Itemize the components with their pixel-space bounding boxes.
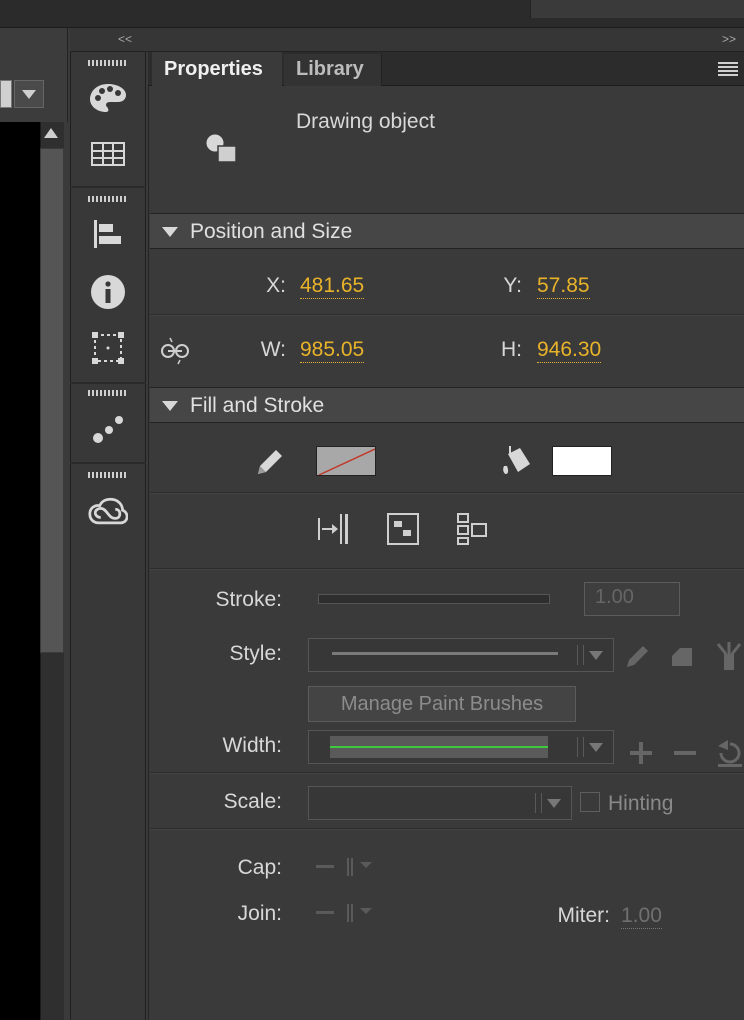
fill-color-swatch[interactable] xyxy=(552,446,612,476)
strip-divider xyxy=(70,462,146,464)
pencil-stroke-icon xyxy=(258,450,282,474)
object-type-label: Drawing object xyxy=(296,110,435,133)
swatches-grid-icon[interactable] xyxy=(88,134,128,174)
x-value[interactable]: 481.65 xyxy=(300,274,365,299)
miter-label: Miter: xyxy=(557,904,611,927)
fill-stroke-section-header[interactable]: Fill and Stroke xyxy=(150,387,744,423)
join-type-dropdown[interactable] xyxy=(316,902,376,924)
match-size-icon[interactable] xyxy=(456,512,490,546)
stroke-width-input[interactable]: 1.00 xyxy=(584,582,680,616)
chevron-down-icon xyxy=(547,799,561,808)
cap-type-dropdown[interactable] xyxy=(316,856,376,878)
h-label: H: xyxy=(501,338,522,361)
brush-tools-icon[interactable] xyxy=(712,640,744,672)
panel-menu-icon[interactable] xyxy=(718,62,738,76)
strip-divider xyxy=(70,382,146,384)
chevron-down-icon xyxy=(22,90,36,99)
y-label: Y: xyxy=(503,274,522,297)
panel-grip[interactable] xyxy=(88,390,128,396)
hinting-label: Hinting xyxy=(608,792,674,815)
panel-grip[interactable] xyxy=(88,196,128,202)
manage-paint-brushes-button[interactable]: Manage Paint Brushes xyxy=(308,686,576,722)
info-icon[interactable] xyxy=(88,272,128,312)
top-bar-right-area xyxy=(530,0,744,18)
stroke-style-dropdown[interactable] xyxy=(308,638,614,672)
row-divider xyxy=(150,772,744,774)
color-palette-icon[interactable] xyxy=(88,78,128,118)
section-title: Fill and Stroke xyxy=(190,394,325,417)
distribute-icon[interactable] xyxy=(386,512,420,546)
stroke-style-preview xyxy=(332,652,558,655)
row-divider xyxy=(150,492,744,494)
expand-triangle-icon xyxy=(162,227,178,237)
remove-width-profile-icon[interactable] xyxy=(672,740,698,766)
creative-cloud-icon[interactable] xyxy=(88,492,128,532)
stage-zoom-field[interactable] xyxy=(0,80,12,108)
cap-label: Cap: xyxy=(237,856,282,879)
align-to-stage-icon[interactable] xyxy=(316,512,350,546)
collapse-right-button[interactable]: >> xyxy=(722,32,736,46)
motion-presets-icon[interactable] xyxy=(88,408,128,448)
tab-properties[interactable]: Properties xyxy=(152,52,282,86)
lock-proportions-link-icon[interactable] xyxy=(160,336,190,366)
stage-zoom-dropdown[interactable] xyxy=(14,80,44,108)
miter-value[interactable]: 1.00 xyxy=(621,904,662,929)
scrollbar-thumb[interactable] xyxy=(40,148,64,653)
scale-label: Scale: xyxy=(223,790,282,813)
row-divider xyxy=(150,828,744,830)
panel-collapse-bar xyxy=(70,28,744,52)
y-value[interactable]: 57.85 xyxy=(537,274,590,299)
chevron-down-icon xyxy=(589,651,603,660)
scroll-up-arrow-icon[interactable] xyxy=(44,128,58,138)
paint-bucket-fill-icon xyxy=(503,446,530,474)
position-size-section-header[interactable]: Position and Size xyxy=(150,213,744,249)
stroke-color-swatch[interactable] xyxy=(316,446,376,476)
stroke-label: Stroke: xyxy=(215,588,282,611)
expand-triangle-icon xyxy=(162,401,178,411)
panel-grip[interactable] xyxy=(88,60,128,66)
edit-stroke-style-pencil-icon[interactable] xyxy=(624,642,652,670)
h-value[interactable]: 946.30 xyxy=(537,338,602,363)
section-title: Position and Size xyxy=(190,220,353,243)
paint-brush-library-icon[interactable] xyxy=(668,642,696,670)
w-value[interactable]: 985.05 xyxy=(300,338,365,363)
width-label: Width: xyxy=(222,734,282,757)
join-label: Join: xyxy=(237,902,282,925)
row-divider xyxy=(150,568,744,570)
x-label: X: xyxy=(266,274,286,297)
strip-divider xyxy=(70,186,146,188)
transform-icon[interactable] xyxy=(88,328,128,368)
collapse-left-button[interactable]: << xyxy=(118,32,132,46)
w-label: W: xyxy=(260,338,286,361)
stroke-width-slider[interactable] xyxy=(318,594,550,604)
add-width-profile-icon[interactable] xyxy=(628,740,654,766)
scale-dropdown[interactable] xyxy=(308,786,572,820)
width-profile-line xyxy=(330,746,548,748)
tab-library[interactable]: Library xyxy=(284,54,382,86)
align-panel-icon[interactable] xyxy=(88,214,128,254)
stage-canvas[interactable] xyxy=(0,122,40,1020)
hinting-checkbox[interactable] xyxy=(580,792,600,812)
drawing-object-icon xyxy=(205,133,237,163)
reset-width-profile-icon[interactable] xyxy=(716,738,744,768)
style-label: Style: xyxy=(229,642,282,665)
chevron-down-icon xyxy=(589,743,603,752)
row-divider xyxy=(150,314,744,316)
panel-grip[interactable] xyxy=(88,472,128,478)
